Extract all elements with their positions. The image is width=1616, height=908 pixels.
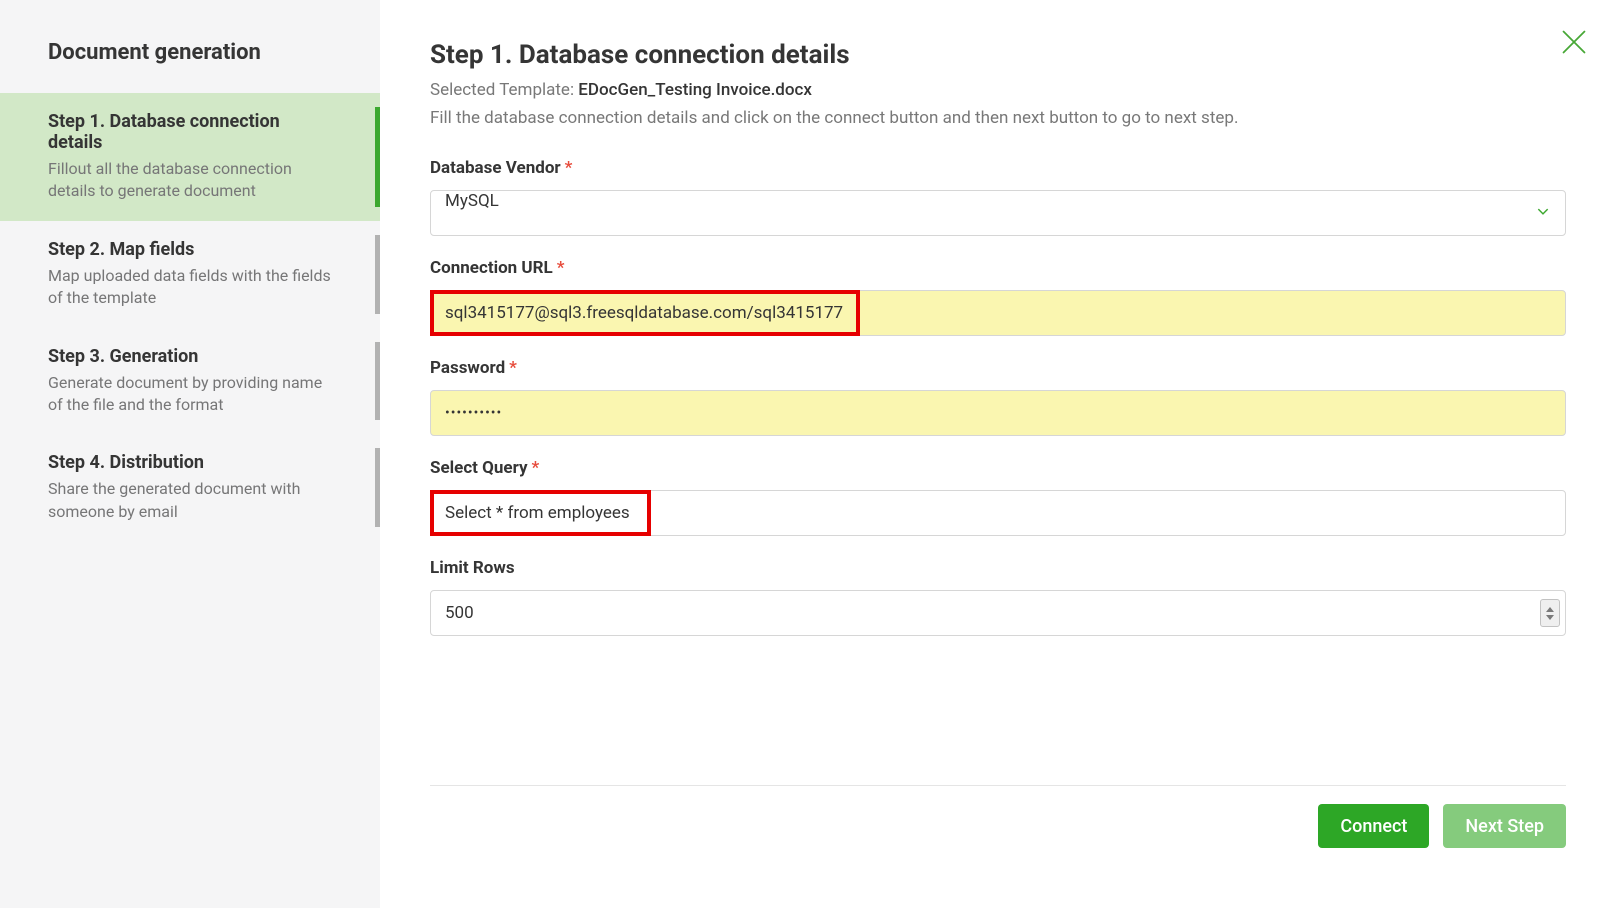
footer-actions: Connect Next Step bbox=[430, 785, 1566, 848]
sidebar: Document generation Step 1. Database con… bbox=[0, 0, 380, 908]
password-group: Password* bbox=[430, 358, 1566, 436]
step-desc: Generate document by providing name of t… bbox=[48, 372, 332, 417]
vendor-select-wrapper: MySQL bbox=[430, 190, 1566, 236]
vendor-group: Database Vendor* MySQL bbox=[430, 158, 1566, 236]
sidebar-step-3[interactable]: Step 3. Generation Generate document by … bbox=[0, 328, 380, 435]
step-desc: Share the generated document with someon… bbox=[48, 478, 332, 523]
connection-url-input[interactable] bbox=[430, 290, 1566, 336]
limit-label: Limit Rows bbox=[430, 558, 1566, 578]
required-indicator: * bbox=[532, 458, 540, 478]
selected-template-label: Selected Template: bbox=[430, 80, 578, 100]
required-indicator: * bbox=[509, 358, 517, 378]
step-title: Step 4. Distribution bbox=[48, 452, 332, 473]
spinner-down-icon bbox=[1546, 615, 1554, 620]
step-title: Step 3. Generation bbox=[48, 346, 332, 367]
query-group: Select Query* bbox=[430, 458, 1566, 536]
required-indicator: * bbox=[565, 158, 573, 178]
connect-button[interactable]: Connect bbox=[1318, 804, 1429, 848]
step-title: Step 2. Map fields bbox=[48, 239, 332, 260]
spinner-up-icon bbox=[1546, 607, 1554, 612]
sidebar-step-4[interactable]: Step 4. Distribution Share the generated… bbox=[0, 434, 380, 541]
required-indicator: * bbox=[557, 258, 565, 278]
main-content: Step 1. Database connection details Sele… bbox=[380, 0, 1616, 908]
limit-group: Limit Rows bbox=[430, 558, 1566, 636]
sidebar-step-1[interactable]: Step 1. Database connection details Fill… bbox=[0, 93, 380, 221]
close-button[interactable] bbox=[1560, 28, 1588, 60]
step-title: Step 1. Database connection details bbox=[48, 111, 332, 153]
password-input[interactable] bbox=[430, 390, 1566, 436]
step-desc: Fillout all the database connection deta… bbox=[48, 158, 332, 203]
limit-rows-input[interactable] bbox=[430, 590, 1566, 636]
instruction-text: Fill the database connection details and… bbox=[430, 108, 1566, 128]
close-icon bbox=[1560, 28, 1588, 56]
vendor-select[interactable]: MySQL bbox=[430, 190, 1566, 236]
selected-template-row: Selected Template: EDocGen_Testing Invoi… bbox=[430, 80, 1566, 100]
query-input[interactable] bbox=[430, 490, 1566, 536]
url-group: Connection URL* bbox=[430, 258, 1566, 336]
query-label: Select Query* bbox=[430, 458, 1566, 478]
selected-template-name: EDocGen_Testing Invoice.docx bbox=[578, 80, 812, 100]
password-label: Password* bbox=[430, 358, 1566, 378]
vendor-label: Database Vendor* bbox=[430, 158, 1566, 178]
next-step-button[interactable]: Next Step bbox=[1443, 804, 1566, 848]
url-label: Connection URL* bbox=[430, 258, 1566, 278]
app-container: Document generation Step 1. Database con… bbox=[0, 0, 1616, 908]
number-spinner[interactable] bbox=[1540, 599, 1560, 627]
step-desc: Map uploaded data fields with the fields… bbox=[48, 265, 332, 310]
sidebar-title: Document generation bbox=[0, 32, 380, 93]
sidebar-step-2[interactable]: Step 2. Map fields Map uploaded data fie… bbox=[0, 221, 380, 328]
page-title: Step 1. Database connection details bbox=[430, 40, 1566, 70]
